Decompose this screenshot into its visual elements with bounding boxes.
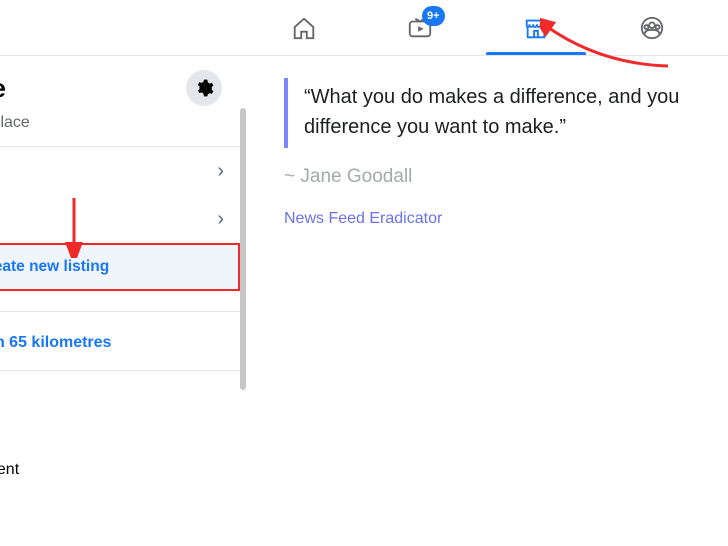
main-feed: “What you do makes a difference, and you… <box>246 56 728 546</box>
sidebar-item-2[interactable]: › <box>0 195 240 243</box>
top-nav-tabs: 9+ <box>240 0 728 55</box>
sidebar: lace arketplace › › + Create new listing… <box>0 56 240 546</box>
quote-author: ~ Jane Goodall <box>284 166 728 188</box>
quote-text: “What you do makes a difference, and you… <box>304 82 728 142</box>
filter-distance-link[interactable]: Within 65 kilometres <box>0 312 240 370</box>
sidebar-item-1[interactable]: › <box>0 147 240 195</box>
watch-badge: 9+ <box>422 6 445 26</box>
nav-tab-watch[interactable]: 9+ <box>366 0 474 55</box>
nav-tab-marketplace[interactable] <box>482 0 590 55</box>
nav-tab-groups[interactable] <box>598 0 706 55</box>
quote-block: “What you do makes a difference, and you… <box>284 78 728 148</box>
news-feed-eradicator-link[interactable]: News Feed Eradicator <box>284 210 728 228</box>
chevron-right-icon: › <box>217 160 224 183</box>
chevron-right-icon: › <box>217 208 224 231</box>
groups-icon <box>639 15 665 41</box>
create-new-listing-button[interactable]: + Create new listing <box>0 243 240 291</box>
home-icon <box>291 15 317 41</box>
top-nav: 9+ <box>0 0 728 56</box>
category-item-ds[interactable]: ds <box>0 491 240 533</box>
sidebar-header: lace <box>0 56 240 110</box>
marketplace-icon <box>523 15 549 41</box>
gear-icon <box>194 78 214 98</box>
settings-button[interactable] <box>186 70 222 106</box>
page-title: lace <box>0 73 6 104</box>
categories-list: y for rent ds <box>0 449 240 533</box>
nav-tab-home[interactable] <box>250 0 358 55</box>
create-new-listing-label: Create new listing <box>0 258 109 276</box>
search-marketplace[interactable]: arketplace <box>0 110 240 147</box>
category-item-rent[interactable]: y for rent <box>0 449 240 491</box>
